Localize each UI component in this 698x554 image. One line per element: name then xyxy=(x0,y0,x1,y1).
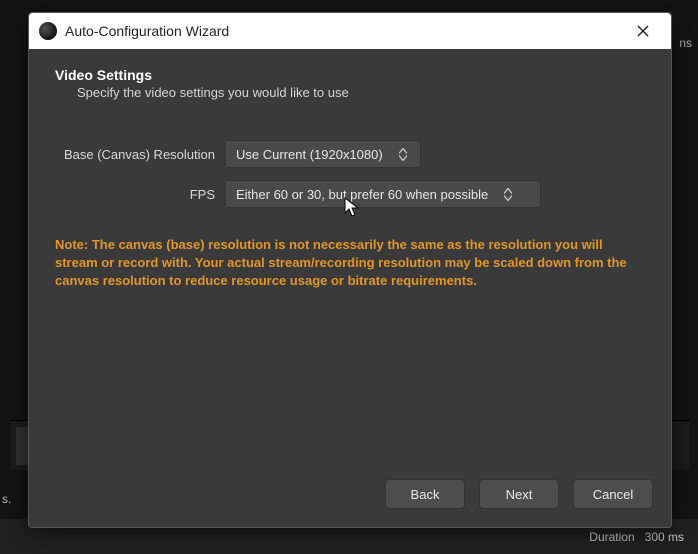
fps-select[interactable]: Either 60 or 30, but prefer 60 when poss… xyxy=(225,180,541,208)
dialog-content: Video Settings Specify the video setting… xyxy=(29,49,671,467)
back-button[interactable]: Back xyxy=(385,479,465,509)
status-duration-label: Duration xyxy=(589,530,634,544)
resolution-select[interactable]: Use Current (1920x1080) xyxy=(225,140,421,168)
cancel-button-label: Cancel xyxy=(593,487,633,502)
obs-logo-icon xyxy=(39,22,57,40)
page-subheading: Specify the video settings you would lik… xyxy=(77,85,645,100)
fps-select-value: Either 60 or 30, but prefer 60 when poss… xyxy=(236,187,496,202)
fps-label: FPS xyxy=(55,187,225,202)
resolution-label: Base (Canvas) Resolution xyxy=(55,147,225,162)
titlebar: Auto-Configuration Wizard xyxy=(29,13,671,49)
close-button[interactable] xyxy=(625,13,661,49)
fps-row: FPS Either 60 or 30, but prefer 60 when … xyxy=(55,180,645,208)
truncated-right-text: ns xyxy=(679,36,692,50)
page-heading: Video Settings xyxy=(55,67,645,83)
cancel-button[interactable]: Cancel xyxy=(573,479,653,509)
resolution-note: Note: The canvas (base) resolution is no… xyxy=(55,236,635,291)
resolution-select-value: Use Current (1920x1080) xyxy=(236,147,391,162)
dialog-footer: Back Next Cancel xyxy=(29,467,671,527)
select-stepper-icon xyxy=(500,183,516,205)
next-button-label: Next xyxy=(506,487,533,502)
close-icon xyxy=(637,25,649,37)
select-stepper-icon xyxy=(395,143,411,165)
back-button-label: Back xyxy=(411,487,440,502)
truncated-left-text: s. xyxy=(2,492,11,506)
next-button[interactable]: Next xyxy=(479,479,559,509)
status-duration-value: 300 ms xyxy=(645,530,684,544)
resolution-row: Base (Canvas) Resolution Use Current (19… xyxy=(55,140,645,168)
window-title: Auto-Configuration Wizard xyxy=(65,23,625,39)
auto-config-wizard-dialog: Auto-Configuration Wizard Video Settings… xyxy=(28,12,672,528)
